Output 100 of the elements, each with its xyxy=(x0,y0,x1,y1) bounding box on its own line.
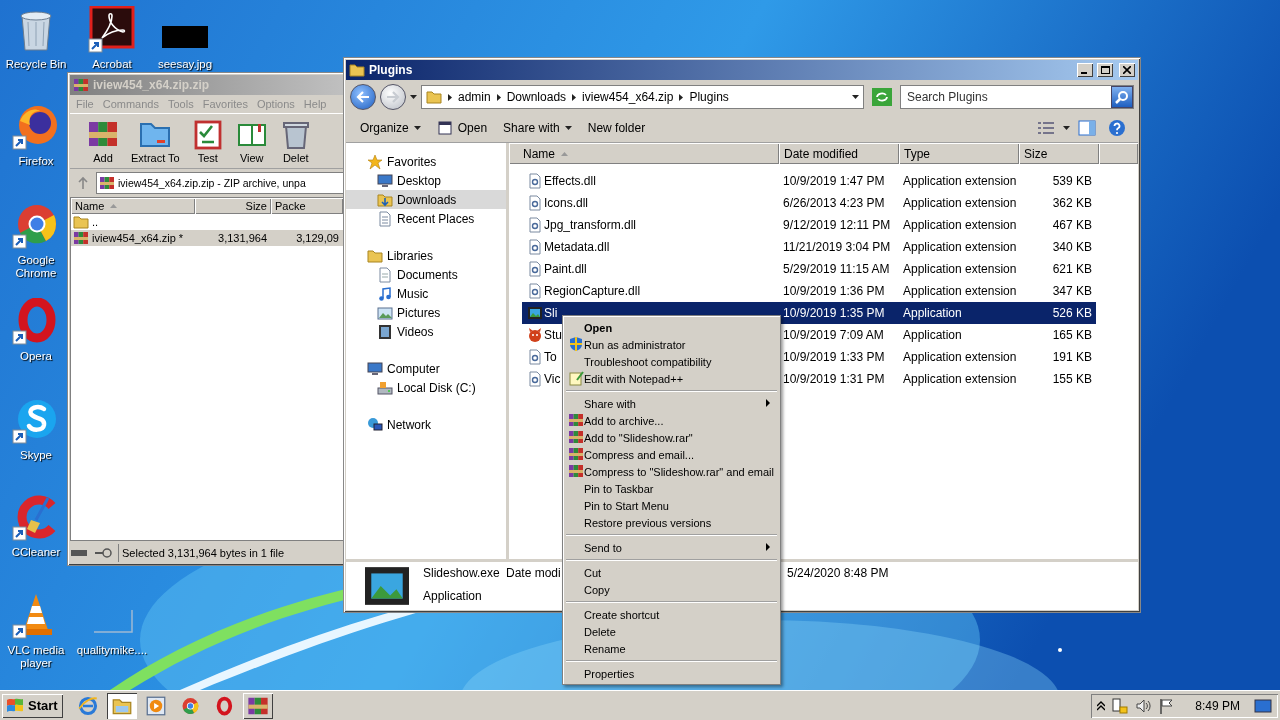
file-name[interactable]: Sli xyxy=(544,306,558,320)
date-cell-text: 9/12/2019 12:11 PM xyxy=(782,218,892,232)
menu-item[interactable]: Compress and email... xyxy=(565,446,778,463)
toolbar-button[interactable]: Organize xyxy=(354,118,427,138)
menu-item[interactable]: Troubleshoot compatibility xyxy=(565,353,778,370)
breadcrumb[interactable]: iview454_x64.zip xyxy=(582,90,674,104)
column-header[interactable]: Name xyxy=(509,143,779,164)
toolbar-button[interactable]: Test xyxy=(188,116,227,166)
archive-row[interactable]: iview454_x64.zip * 3,131,964 3,129,09 xyxy=(71,230,343,246)
tray-expand-icon[interactable] xyxy=(1097,700,1106,711)
volume-icon[interactable] xyxy=(1135,697,1154,714)
menu-item[interactable]: Rename xyxy=(565,640,778,657)
forward-button[interactable] xyxy=(380,84,406,110)
file-name: iview454_x64.zip * xyxy=(91,232,185,244)
toolbar-button[interactable]: View xyxy=(232,116,271,166)
nav-item[interactable]: Desktop xyxy=(346,171,506,190)
column-header[interactable]: Packe xyxy=(271,198,343,214)
menu-item[interactable]: Share with xyxy=(565,395,778,412)
menu-item[interactable]: Open xyxy=(565,319,778,336)
back-button[interactable] xyxy=(350,84,376,110)
nav-item[interactable]: Music xyxy=(346,284,506,303)
taskbar-button[interactable] xyxy=(242,692,273,719)
dropdown-caret-icon xyxy=(564,126,572,130)
start-button[interactable]: Start xyxy=(2,693,63,718)
close-button[interactable] xyxy=(1119,63,1135,77)
menu-item[interactable]: Delete xyxy=(565,623,778,640)
toolbar-button[interactable]: New folder xyxy=(581,118,652,138)
gear-document-icon xyxy=(528,239,542,255)
file-name: .. xyxy=(91,216,100,228)
film-frame-icon xyxy=(364,564,410,608)
taskbar-button[interactable] xyxy=(106,692,137,719)
sort-arrow-icon xyxy=(110,204,118,208)
maximize-button[interactable] xyxy=(1097,63,1113,77)
menu-item[interactable]: Cut xyxy=(565,564,778,581)
folder-download-icon xyxy=(377,191,393,208)
toolbar-button[interactable]: Extract To xyxy=(128,116,183,166)
gear-document-icon xyxy=(528,261,542,277)
path-field[interactable]: iview454_x64.zip.zip - ZIP archive, unpa xyxy=(96,172,344,194)
file-name[interactable]: Paint.dll xyxy=(544,262,587,276)
globe-icon[interactable] xyxy=(12,103,60,151)
file-name[interactable]: Stu xyxy=(544,328,562,342)
nav-item[interactable]: Downloads xyxy=(346,190,506,209)
file-name[interactable]: Vic xyxy=(544,372,561,386)
desktop-icon-label: Recycle Bin xyxy=(4,58,68,71)
nav-item[interactable]: Favorites xyxy=(346,152,506,171)
show-desktop-icon[interactable] xyxy=(1254,698,1272,713)
menu-item[interactable]: Create shortcut xyxy=(565,606,778,623)
nav-item[interactable]: Videos xyxy=(346,322,506,341)
column-header[interactable]: Name xyxy=(71,198,195,214)
toolbar-button[interactable]: Delet xyxy=(276,116,315,166)
search-button[interactable] xyxy=(1111,86,1133,108)
menu-item[interactable]: Restore previous versions xyxy=(565,514,778,531)
menu-item[interactable]: Send to xyxy=(565,539,778,556)
document-icon xyxy=(377,266,393,283)
menu-item[interactable]: Add to archive... xyxy=(565,412,778,429)
dropdown-caret-icon xyxy=(413,126,421,130)
network-icon[interactable] xyxy=(1111,697,1130,714)
sort-arrow-icon xyxy=(561,151,568,156)
file-name[interactable]: To xyxy=(544,350,557,364)
nav-item[interactable]: Computer xyxy=(346,359,506,378)
document-logo-icon[interactable] xyxy=(88,6,136,54)
desktop-icon-label: Skype xyxy=(19,449,53,462)
column-header[interactable]: Size xyxy=(1019,143,1099,164)
archive-row[interactable]: .. xyxy=(71,214,343,230)
minimize-button[interactable] xyxy=(1077,63,1093,77)
gear-document-icon xyxy=(528,349,542,365)
file-name[interactable]: RegionCapture.dll xyxy=(544,284,641,298)
books-icon xyxy=(73,230,89,246)
nav-item[interactable]: Documents xyxy=(346,265,506,284)
column-header[interactable]: Size xyxy=(195,198,271,214)
column-header[interactable]: Date modified xyxy=(779,143,899,164)
breadcrumb[interactable]: admin xyxy=(458,90,491,104)
file-name[interactable]: Jpg_transform.dll xyxy=(544,218,637,232)
search-field[interactable]: Search Plugins xyxy=(900,85,1134,109)
column-header[interactable]: Type xyxy=(899,143,1019,164)
file-name[interactable]: Metadata.dll xyxy=(544,240,610,254)
nav-item[interactable]: Pictures xyxy=(346,303,506,322)
toolbar-button[interactable]: Share with xyxy=(497,118,578,138)
menu-item[interactable]: Run as administrator xyxy=(565,336,778,353)
desktop-icon-label: CCleaner xyxy=(10,546,62,559)
menu-item[interactable]: Copy xyxy=(565,581,778,598)
nav-item[interactable]: Network xyxy=(346,415,506,434)
file-name[interactable]: Icons.dll xyxy=(544,196,589,210)
menu-item[interactable]: Add to "Slideshow.rar" xyxy=(565,429,778,446)
breadcrumb[interactable]: Downloads xyxy=(506,90,567,104)
file-name[interactable]: Effects.dll xyxy=(544,174,596,188)
menu-item[interactable]: Compress to "Slideshow.rar" and email xyxy=(565,463,778,480)
breadcrumb[interactable]: Plugins xyxy=(689,90,729,104)
nav-item[interactable]: Libraries xyxy=(346,246,506,265)
nav-item[interactable]: Local Disk (C:) xyxy=(346,378,506,397)
clock[interactable]: 8:49 PM xyxy=(1195,698,1240,713)
toolbar-button[interactable]: Open xyxy=(430,117,494,139)
menu-item[interactable]: Properties xyxy=(565,665,778,682)
toolbar-button[interactable]: Add xyxy=(84,116,122,166)
menu-item[interactable]: Pin to Taskbar xyxy=(565,480,778,497)
menu-item[interactable]: Edit with Notepad++ xyxy=(565,370,778,387)
address-bar[interactable]: admin Downloads iview454_x64.zip Plugins xyxy=(421,85,864,109)
menu-item[interactable]: Pin to Start Menu xyxy=(565,497,778,514)
nav-item[interactable]: Recent Places xyxy=(346,209,506,228)
folder-icon xyxy=(426,89,442,105)
